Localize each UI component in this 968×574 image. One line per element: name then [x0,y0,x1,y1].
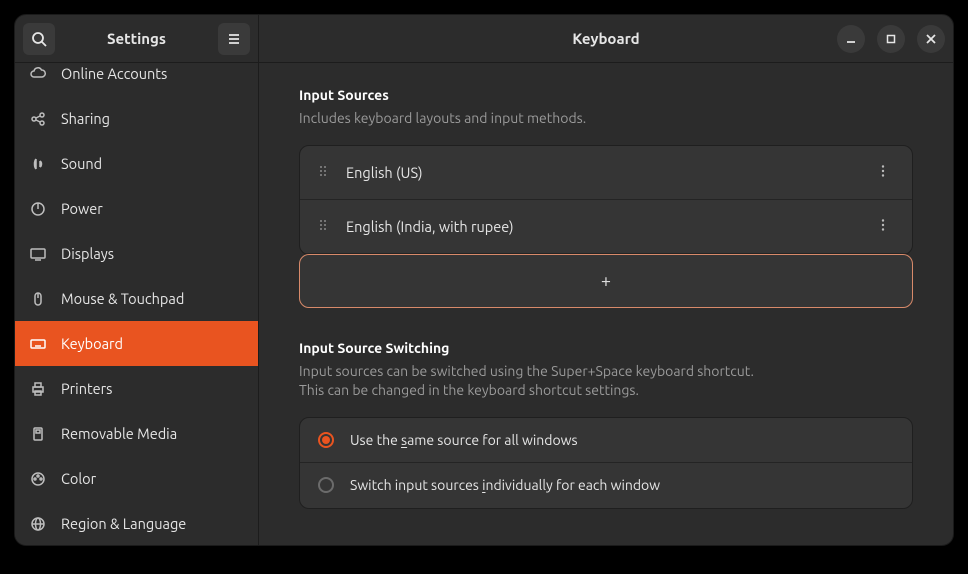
sidebar-item-sound[interactable]: Sound [15,141,258,186]
color-icon [29,470,47,488]
sidebar-item-label: Color [61,470,96,487]
radio-button[interactable] [318,432,334,448]
minimize-icon [845,33,857,45]
content: Online Accounts Sharing Sound Power Displays… [15,63,953,545]
sidebar-item-keyboard[interactable]: Keyboard [15,321,258,366]
sidebar-item-online-accounts[interactable]: Online Accounts [15,63,258,96]
input-source-label: English (US) [346,164,872,181]
search-button[interactable] [23,23,55,55]
sidebar-item-label: Online Accounts [61,65,167,82]
switching-desc-line2: This can be changed in the keyboard shor… [299,382,639,398]
sound-icon [29,155,47,173]
cloud-icon [29,65,47,83]
switching-title: Input Source Switching [299,340,913,356]
globe-icon [29,515,47,533]
sidebar-item-label: Sharing [61,110,110,127]
mouse-icon [29,290,47,308]
switching-option[interactable]: Use the same source for all windows [300,418,912,463]
drag-handle-icon[interactable] [318,217,328,236]
row-menu-button[interactable] [872,214,894,239]
switching-option[interactable]: Switch input sources individually for ea… [300,463,912,508]
sidebar-item-region[interactable]: Region & Language [15,501,258,545]
sidebar-item-label: Sound [61,155,102,172]
displays-icon [29,245,47,263]
minimize-button[interactable] [837,25,865,53]
sidebar-item-label: Printers [61,380,112,397]
row-menu-button[interactable] [872,160,894,185]
sidebar-item-printers[interactable]: Printers [15,366,258,411]
input-sources-list: English (US) English (India, with rupee) [299,145,913,255]
plus-icon: + [601,271,611,291]
input-sources-desc: Includes keyboard layouts and input meth… [299,109,913,129]
close-icon [925,33,937,45]
hamburger-menu-button[interactable] [218,23,250,55]
hamburger-icon [226,31,242,47]
sidebar-item-color[interactable]: Color [15,456,258,501]
maximize-button[interactable] [877,25,905,53]
sidebar-item-label: Power [61,200,103,217]
sidebar-item-label: Mouse & Touchpad [61,290,184,307]
switching-option-label: Switch input sources individually for ea… [350,477,660,493]
share-icon [29,110,47,128]
input-sources-title: Input Sources [299,87,913,103]
sidebar-item-label: Displays [61,245,114,262]
sidebar-list: Online Accounts Sharing Sound Power Displays… [15,63,258,545]
settings-window: Settings Keyboard Online AccountsShar [14,14,954,546]
switching-desc-line1: Input sources can be switched using the … [299,363,754,379]
power-icon [29,200,47,218]
drag-handle-icon[interactable] [318,163,328,182]
printer-icon [29,380,47,398]
input-source-label: English (India, with rupee) [346,218,872,235]
titlebar-right: Keyboard [259,15,953,62]
sidebar-item-label: Region & Language [61,515,186,532]
removable-icon [29,425,47,443]
sidebar-title: Settings [55,30,218,47]
add-input-source-button[interactable]: + [299,254,913,308]
window-controls [837,25,945,53]
close-button[interactable] [917,25,945,53]
titlebar-left: Settings [15,15,259,62]
titlebar: Settings Keyboard [15,15,953,63]
sidebar-item-mouse[interactable]: Mouse & Touchpad [15,276,258,321]
sidebar-item-displays[interactable]: Displays [15,231,258,276]
sidebar-item-label: Keyboard [61,335,123,352]
sidebar[interactable]: Online Accounts Sharing Sound Power Displays… [15,63,259,545]
main-panel[interactable]: Input Sources Includes keyboard layouts … [259,63,953,545]
switching-options: Use the same source for all windows Switc… [299,417,913,509]
maximize-icon [886,34,896,44]
keyboard-icon [29,335,47,353]
section-input-sources: Input Sources Includes keyboard layouts … [299,87,913,308]
switching-desc: Input sources can be switched using the … [299,362,913,401]
input-source-row[interactable]: English (India, with rupee) [300,200,912,254]
search-icon [31,31,47,47]
sidebar-item-power[interactable]: Power [15,186,258,231]
sidebar-item-removable[interactable]: Removable Media [15,411,258,456]
sidebar-item-sharing[interactable]: Sharing [15,96,258,141]
input-source-row[interactable]: English (US) [300,146,912,200]
switching-option-label: Use the same source for all windows [350,432,578,448]
radio-button[interactable] [318,477,334,493]
section-switching: Input Source Switching Input sources can… [299,340,913,509]
sidebar-item-label: Removable Media [61,425,177,442]
